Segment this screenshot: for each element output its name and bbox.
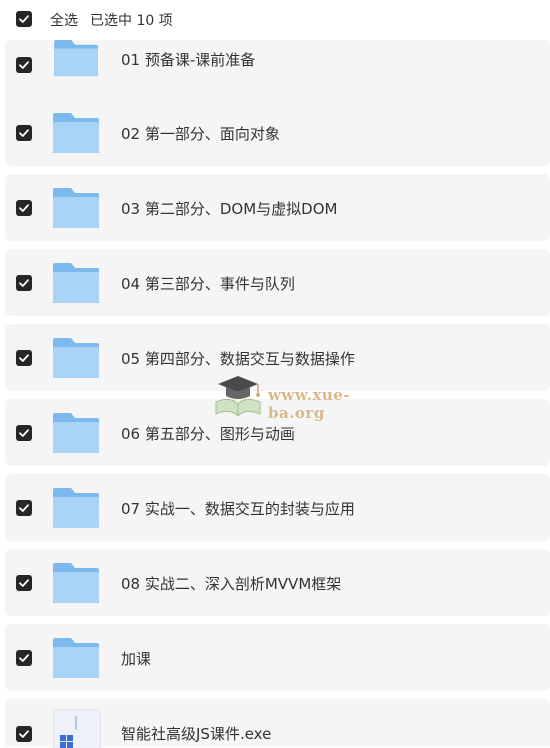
item-checkbox[interactable] — [16, 57, 32, 73]
item-checkbox[interactable] — [16, 350, 32, 366]
item-checkbox[interactable] — [16, 726, 32, 742]
checkmark-icon — [19, 279, 29, 287]
list-item[interactable]: 07 实战一、数据交互的封装与应用 — [5, 474, 550, 541]
item-checkbox[interactable] — [16, 650, 32, 666]
list-item[interactable]: 加课 — [5, 624, 550, 691]
folder-icon — [53, 488, 99, 528]
item-checkbox[interactable] — [16, 125, 32, 141]
watermark: www.xue-ba.org — [210, 370, 400, 430]
folder-icon — [53, 638, 99, 678]
folder-icon — [53, 113, 99, 153]
item-name: 02 第一部分、面向对象 — [121, 125, 280, 143]
list-item[interactable]: 02 第一部分、面向对象 — [5, 99, 550, 166]
list-item[interactable]: 03 第二部分、DOM与虚拟DOM — [5, 174, 550, 241]
folder-icon — [53, 563, 99, 603]
item-name: 04 第三部分、事件与队列 — [121, 275, 295, 293]
item-checkbox[interactable] — [16, 275, 32, 291]
select-all-checkbox[interactable] — [16, 11, 32, 27]
folder-icon — [53, 338, 99, 378]
item-checkbox[interactable] — [16, 575, 32, 591]
checkmark-icon — [19, 61, 29, 69]
folder-icon — [53, 263, 99, 303]
checkmark-icon — [19, 654, 29, 662]
list-item[interactable]: 智能社高级JS课件.exe — [5, 699, 550, 748]
exe-file-icon — [53, 709, 101, 748]
item-checkbox[interactable] — [16, 500, 32, 516]
selection-toolbar: 全选 已选中 10 项 — [0, 0, 550, 38]
folder-icon — [53, 413, 99, 453]
checkmark-icon — [19, 129, 29, 137]
item-name: 07 实战一、数据交互的封装与应用 — [121, 500, 355, 518]
selected-count-text: 已选中 10 项 — [90, 13, 173, 29]
list-item[interactable]: 04 第三部分、事件与队列 — [5, 249, 550, 316]
select-all-label[interactable]: 全选 — [50, 10, 78, 30]
watermark-text: www.xue-ba.org — [268, 386, 351, 422]
checkmark-icon — [19, 15, 29, 23]
list-item[interactable]: 01 预备课-课前准备 — [5, 40, 550, 107]
checkmark-icon — [19, 204, 29, 212]
folder-icon — [53, 188, 99, 228]
checkmark-icon — [19, 579, 29, 587]
checkmark-icon — [19, 429, 29, 437]
item-name: 08 实战二、深入剖析MVVM框架 — [121, 575, 342, 593]
item-name: 01 预备课-课前准备 — [121, 51, 256, 69]
graduation-cap-book-icon — [215, 376, 261, 417]
item-name: 智能社高级JS课件.exe — [121, 725, 272, 743]
list-item[interactable]: 08 实战二、深入剖析MVVM框架 — [5, 549, 550, 616]
checkmark-icon — [19, 730, 29, 738]
item-checkbox[interactable] — [16, 425, 32, 441]
checkmark-icon — [19, 504, 29, 512]
item-name: 05 第四部分、数据交互与数据操作 — [121, 350, 355, 368]
checkmark-icon — [19, 354, 29, 362]
folder-icon — [54, 40, 98, 77]
item-name: 加课 — [121, 650, 152, 668]
item-name: 03 第二部分、DOM与虚拟DOM — [121, 200, 338, 218]
item-checkbox[interactable] — [16, 200, 32, 216]
